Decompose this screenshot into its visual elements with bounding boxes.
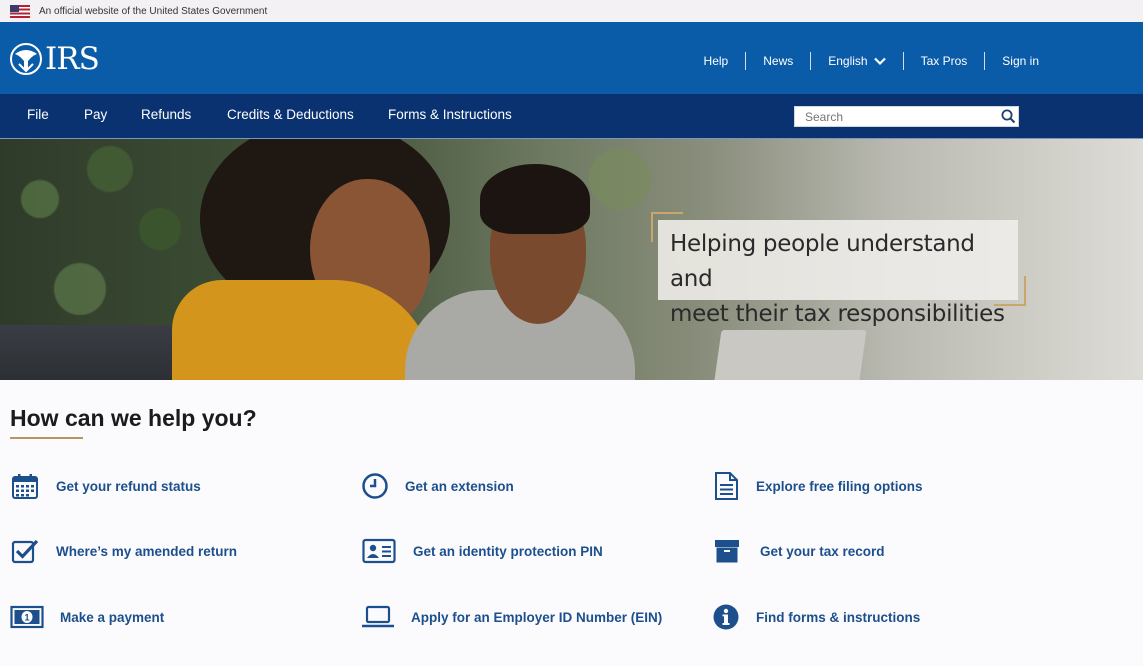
ip-pin-label: Get an identity protection PIN	[413, 543, 603, 559]
utility-nav: Help News English Tax Pros Sign in	[704, 52, 1039, 70]
document-icon	[711, 471, 741, 501]
forms-instructions-link[interactable]: Find forms & instructions	[711, 602, 920, 632]
search-input[interactable]	[795, 109, 998, 124]
ein-label: Apply for an Employer ID Number (EIN)	[411, 609, 663, 625]
archive-box-icon	[712, 536, 742, 566]
eagle-icon	[10, 43, 42, 75]
hero-laptop	[714, 330, 867, 380]
search-icon[interactable]	[998, 107, 1018, 126]
nav-file[interactable]: File	[27, 107, 49, 122]
ein-link[interactable]: Apply for an Employer ID Number (EIN)	[361, 602, 662, 632]
gov-banner: An official website of the United States…	[0, 0, 1143, 22]
language-select[interactable]: English	[811, 52, 904, 70]
refund-status-link[interactable]: Get your refund status	[10, 471, 201, 501]
forms-instructions-label: Find forms & instructions	[756, 609, 921, 625]
tax-pros-link[interactable]: Tax Pros	[904, 52, 986, 70]
caption-bracket-bottom	[994, 276, 1026, 306]
nav-forms-instructions[interactable]: Forms & Instructions	[388, 107, 512, 122]
help-link-label: Help	[703, 54, 729, 68]
tax-record-link[interactable]: Get your tax record	[712, 536, 885, 566]
help-section: How can we help you? Get your refund sta…	[0, 380, 1143, 666]
hero-caption-line2: meet their tax responsibilities	[670, 301, 1005, 327]
svg-text:1: 1	[24, 613, 29, 623]
checkbox-icon	[10, 536, 40, 566]
nav-credits-deductions[interactable]: Credits & Deductions	[227, 107, 354, 122]
title-underline	[10, 437, 83, 439]
hero-banner: Helping people understand and meet their…	[0, 139, 1143, 380]
language-label: English	[828, 54, 868, 68]
make-payment-label: Make a payment	[60, 609, 165, 625]
make-payment-link[interactable]: 1 Make a payment	[10, 602, 164, 632]
help-link[interactable]: Help	[704, 52, 747, 70]
calendar-icon	[10, 471, 40, 501]
chevron-down-icon	[873, 57, 886, 65]
nav-refunds[interactable]: Refunds	[141, 107, 191, 122]
money-icon: 1	[10, 602, 44, 632]
hero-caption-line1: Helping people understand and	[670, 231, 975, 292]
hero-person2-hair	[480, 164, 590, 234]
clock-icon	[360, 471, 390, 501]
tax-pros-label: Tax Pros	[920, 54, 968, 68]
news-link-label: News	[763, 54, 794, 68]
extension-link[interactable]: Get an extension	[360, 471, 514, 501]
amended-return-label: Where’s my amended return	[56, 543, 238, 559]
sign-in-label: Sign in	[1002, 54, 1039, 68]
gov-banner-text: An official website of the United States…	[39, 5, 268, 17]
site-header: IRS Help News English Tax Pros Sign in	[0, 22, 1143, 94]
logo-text: IRS	[45, 41, 100, 77]
free-filing-link[interactable]: Explore free filing options	[711, 471, 923, 501]
refund-status-label: Get your refund status	[56, 478, 201, 494]
main-nav: File Pay Refunds Credits & Deductions Fo…	[0, 94, 1143, 139]
help-title: How can we help you?	[10, 405, 257, 431]
nav-pay[interactable]: Pay	[84, 107, 107, 122]
sign-in-link[interactable]: Sign in	[985, 52, 1039, 70]
search-box	[794, 106, 1019, 127]
irs-logo[interactable]: IRS	[9, 41, 100, 77]
info-icon	[711, 602, 741, 632]
ip-pin-link[interactable]: Get an identity protection PIN	[362, 536, 603, 566]
laptop-icon	[361, 602, 395, 632]
extension-label: Get an extension	[405, 478, 514, 494]
free-filing-label: Explore free filing options	[756, 478, 923, 494]
hero-caption: Helping people understand and meet their…	[658, 220, 1018, 327]
hero-bench	[0, 325, 180, 380]
us-flag-icon	[10, 4, 30, 18]
news-link[interactable]: News	[746, 52, 812, 70]
tax-record-label: Get your tax record	[760, 543, 885, 559]
amended-return-link[interactable]: Where’s my amended return	[10, 536, 237, 566]
id-card-icon	[362, 536, 396, 566]
